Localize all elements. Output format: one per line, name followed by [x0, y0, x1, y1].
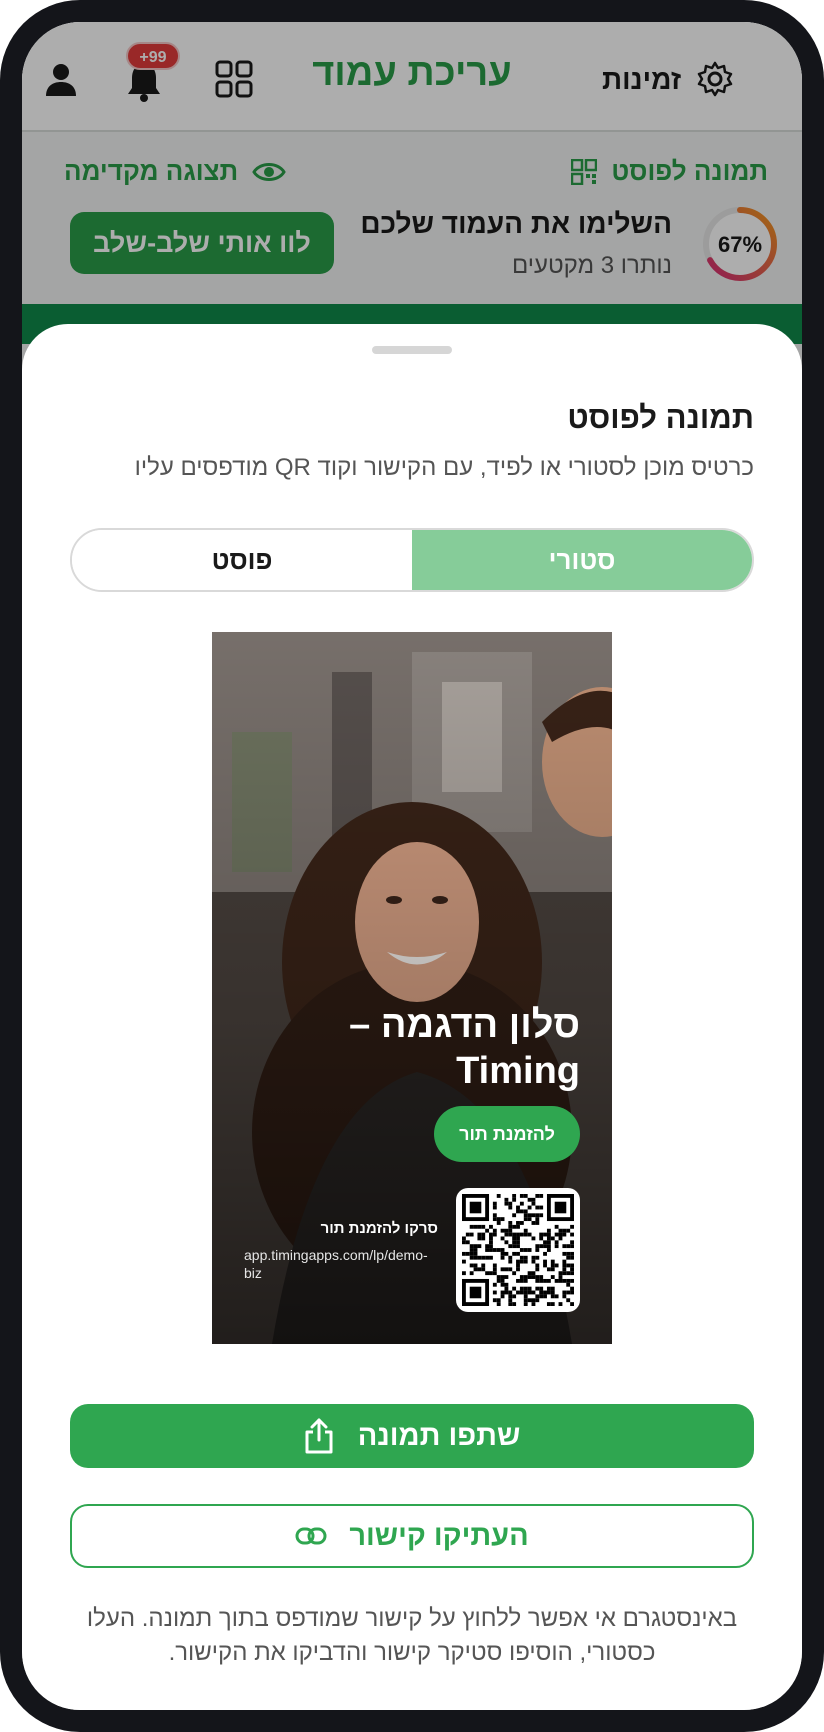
sheet-title: תמונה לפוסט [567, 400, 754, 435]
copy-button-label: העתיקו קישור [349, 1519, 529, 1552]
format-toggle: פוסט סטורי [70, 528, 754, 592]
qr-code-image [462, 1194, 574, 1306]
qr-caption: סרקו להזמנת תור [320, 1220, 438, 1237]
instagram-note: באינסטגרם אי אפשר ללחוץ על קישור שמודפס … [86, 1605, 738, 1666]
post-image-sheet: תמונה לפוסט כרטיס מוכן לסטורי או לפיד, ע… [22, 324, 802, 1710]
sheet-grabber[interactable] [372, 346, 452, 354]
tab-post[interactable]: פוסט [72, 530, 412, 590]
sheet-description: כרטיס מוכן לסטורי או לפיד, עם הקישור וקו… [134, 454, 754, 481]
share-image-button[interactable]: שתפו תמונה [70, 1404, 754, 1468]
copy-link-button[interactable]: העתיקו קישור [70, 1504, 754, 1568]
business-name: סלון הדגמה – Timing [349, 1004, 580, 1092]
card-url: app.timingapps.com/lp/demo-biz [244, 1247, 428, 1281]
link-icon [295, 1527, 327, 1545]
screen: +99 עריכת עמוד זמינות תצוגה מקדימה תמונה… [22, 22, 802, 1710]
tab-story[interactable]: סטורי [412, 530, 752, 590]
share-icon [305, 1418, 333, 1454]
story-card-preview: סלון הדגמה – Timing להזמנת תור סרקו להזמ… [212, 632, 612, 1344]
qr-code [456, 1188, 580, 1312]
share-button-label: שתפו תמונה [357, 1419, 521, 1452]
phone-frame: +99 עריכת עמוד זמינות תצוגה מקדימה תמונה… [0, 0, 824, 1732]
card-book-button: להזמנת תור [434, 1106, 580, 1162]
